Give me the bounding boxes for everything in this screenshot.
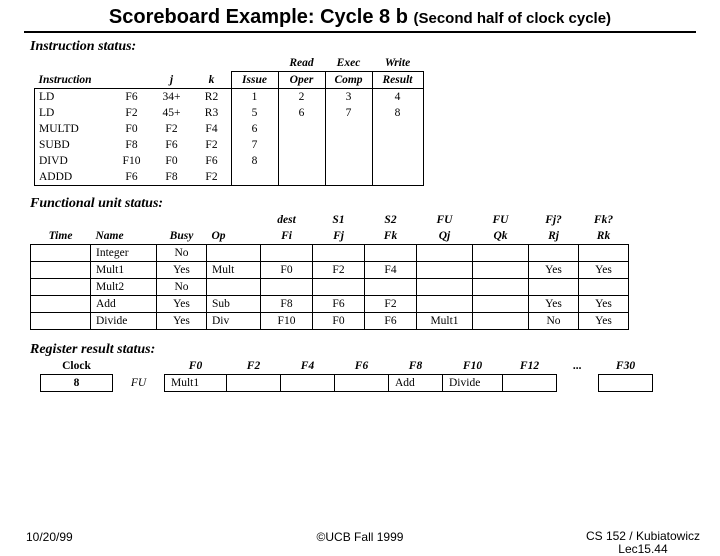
fu-status-heading: Functional unit status: — [30, 196, 690, 212]
register-status-table: Clock F0 F2 F4 F6 F8 F10 F12 ... F30 8 F… — [40, 358, 653, 392]
clock-value: 8 — [41, 375, 113, 392]
instruction-status-heading: Instruction status: — [30, 39, 690, 55]
table-row: MULTD F0 F2 F4 6 — [35, 121, 424, 137]
register-status-heading: Register result status: — [30, 342, 690, 358]
title-main: Scoreboard Example: Cycle 8 b — [109, 6, 408, 28]
table-row: 8 FU Mult1 Add Divide — [41, 375, 653, 392]
table-row: ADDD F6 F8 F2 — [35, 169, 424, 186]
title-sub: (Second half of clock cycle) — [414, 10, 612, 27]
table-row: LD F6 34+ R2 1 2 3 4 — [35, 89, 424, 106]
table-row: LD F2 45+ R3 5 6 7 8 — [35, 105, 424, 121]
table-row: Integer No — [31, 245, 629, 262]
fu-status-table: dest S1 S2 FU FU Fj? Fk? Time Name Busy … — [30, 212, 629, 330]
table-row: Add Yes Sub F8 F6 F2 Yes Yes — [31, 296, 629, 313]
table-row: Mult2 No — [31, 279, 629, 296]
instruction-status-table: Read Exec Write Instruction j k Issue Op… — [34, 55, 424, 186]
footer-course: CS 152 / Kubiatowicz Lec15.44 — [586, 530, 700, 556]
table-row: Mult1 Yes Mult F0 F2 F4 Yes Yes — [31, 262, 629, 279]
table-row: Divide Yes Div F10 F0 F6 Mult1 No Yes — [31, 313, 629, 330]
slide-body: Instruction status: Read Exec Write Inst… — [0, 33, 720, 392]
table-row: SUBD F8 F6 F2 7 — [35, 137, 424, 153]
slide-title: Scoreboard Example: Cycle 8 b (Second ha… — [24, 0, 696, 33]
table-row: DIVD F10 F0 F6 8 — [35, 153, 424, 169]
